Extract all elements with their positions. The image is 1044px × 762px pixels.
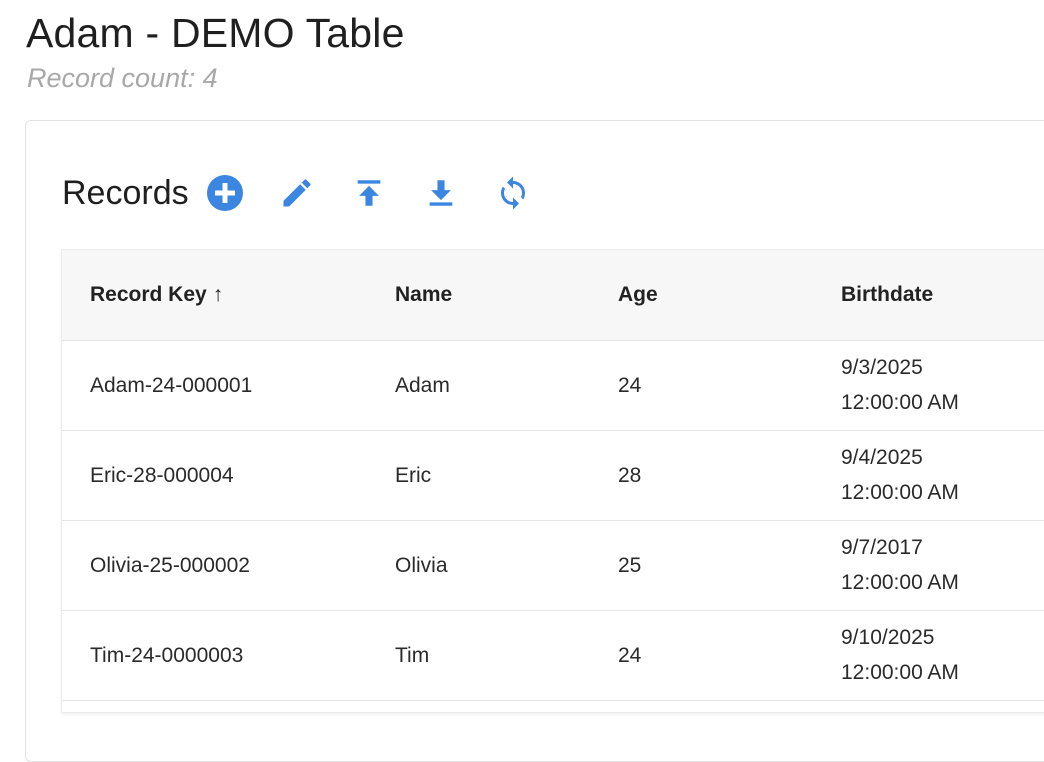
birthdate-date: 9/7/2017: [841, 536, 923, 559]
cell-name: Olivia: [395, 520, 618, 611]
table-row[interactable]: Adam-24-000001 Adam 24 9/3/2025 12:00:00…: [62, 340, 1044, 431]
cell-record-key: Olivia-25-000002: [62, 520, 395, 611]
section-title: Records: [62, 173, 189, 212]
cell-record-key: Eric-28-000004: [62, 430, 395, 521]
upload-button[interactable]: [349, 173, 389, 213]
edit-record-button[interactable]: [277, 173, 317, 213]
cell-name: Adam: [395, 340, 618, 431]
birthdate-date: 9/3/2025: [841, 356, 923, 379]
cell-age: 25: [618, 520, 841, 611]
cell-record-key: Tim-24-0000003: [62, 610, 395, 701]
column-header-birthdate[interactable]: Birthdate: [841, 250, 1044, 341]
cell-age: 28: [618, 430, 841, 521]
download-button[interactable]: [421, 173, 461, 213]
refresh-button[interactable]: [493, 173, 533, 213]
cell-birthdate: 9/10/2025 12:00:00 AM: [841, 610, 1044, 701]
cell-age: 24: [618, 340, 841, 431]
cell-name: Tim: [395, 610, 618, 701]
table-header-row: Record Key ↑ Name Age Birthdate: [62, 250, 1044, 341]
cell-birthdate: 9/4/2025 12:00:00 AM: [841, 430, 1044, 521]
cell-birthdate: 9/3/2025 12:00:00 AM: [841, 340, 1044, 431]
cell-record-key: Adam-24-000001: [62, 340, 395, 431]
records-header: Records: [62, 168, 565, 218]
birthdate-time: 12:00:00 AM: [841, 571, 959, 594]
birthdate-date: 9/4/2025: [841, 446, 923, 469]
column-header-age[interactable]: Age: [618, 250, 841, 341]
refresh-icon: [500, 176, 525, 210]
table-row[interactable]: Olivia-25-000002 Olivia 25 9/7/2017 12:0…: [62, 520, 1044, 611]
table-row[interactable]: Eric-28-000004 Eric 28 9/4/2025 12:00:00…: [62, 430, 1044, 521]
column-header-record-key[interactable]: Record Key ↑: [62, 250, 395, 341]
birthdate-time: 12:00:00 AM: [841, 391, 959, 414]
record-count: Record count: 4: [27, 63, 218, 93]
cell-age: 24: [618, 610, 841, 701]
column-header-name[interactable]: Name: [395, 250, 618, 341]
birthdate-date: 9/10/2025: [841, 626, 935, 649]
birthdate-time: 12:00:00 AM: [841, 481, 959, 504]
pencil-icon: [283, 179, 311, 207]
add-record-button[interactable]: [205, 173, 245, 213]
table-row[interactable]: Tim-24-0000003 Tim 24 9/10/2025 12:00:00…: [62, 610, 1044, 701]
sort-ascending-icon: ↑: [212, 282, 224, 306]
birthdate-time: 12:00:00 AM: [841, 661, 959, 684]
records-table: Record Key ↑ Name Age Birthdate Adam-24-0…: [61, 249, 1044, 713]
page-title: Adam - DEMO Table: [26, 10, 405, 56]
plus-circle-icon: [206, 175, 243, 211]
upload-icon: [357, 180, 380, 206]
cell-name: Eric: [395, 430, 618, 521]
download-icon: [429, 180, 452, 206]
cell-birthdate: 9/7/2017 12:00:00 AM: [841, 520, 1044, 611]
